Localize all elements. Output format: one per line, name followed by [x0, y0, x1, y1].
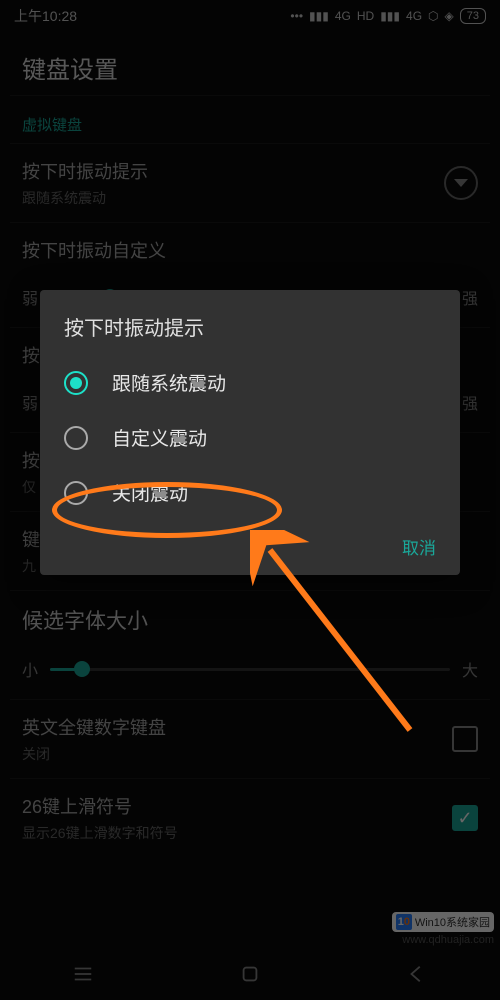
- radio-unselected-icon: [64, 481, 88, 505]
- dialog-title: 按下时振动提示: [40, 312, 460, 355]
- radio-label: 关闭震动: [112, 479, 188, 506]
- cancel-button[interactable]: 取消: [402, 534, 436, 559]
- radio-selected-icon: [64, 371, 88, 395]
- radio-option-follow-system[interactable]: 跟随系统震动: [40, 355, 460, 410]
- vibrate-dialog: 按下时振动提示 跟随系统震动 自定义震动 关闭震动 取消: [40, 290, 460, 575]
- radio-label: 自定义震动: [112, 424, 207, 451]
- radio-label: 跟随系统震动: [112, 369, 226, 396]
- radio-option-off[interactable]: 关闭震动: [40, 465, 460, 520]
- radio-option-custom[interactable]: 自定义震动: [40, 410, 460, 465]
- radio-unselected-icon: [64, 426, 88, 450]
